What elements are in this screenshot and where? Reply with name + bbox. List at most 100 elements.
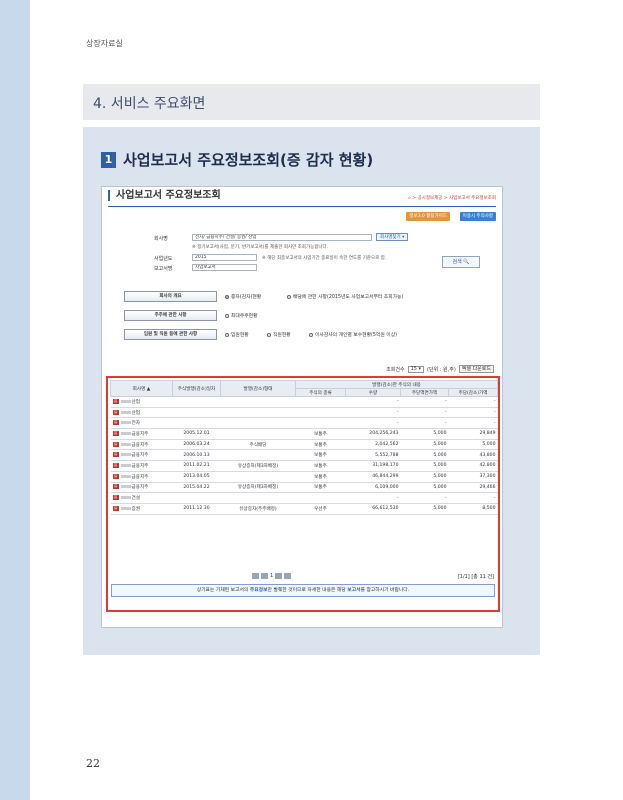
report-select[interactable]: 사업보고서 xyxy=(192,264,257,271)
market-tag: 유 xyxy=(112,462,119,468)
column-header: 발행(감소)형태 xyxy=(220,380,296,397)
table-row[interactable]: 유 금융지주 2011.02.21 유상증자(제3자배정) 보통주 31,198,170 5… xyxy=(110,460,498,472)
price-cell: 43,800 xyxy=(448,449,498,462)
date-cell xyxy=(172,407,221,419)
qty-cell: 46,844,299 xyxy=(345,471,401,483)
radio-officers[interactable]: 임원현황 xyxy=(225,331,249,338)
result-controls: 조회건수 15 ▾ (단위 : 원,주) 엑셀 다운로드 xyxy=(386,365,494,373)
date-cell: 2011.12.30 xyxy=(172,503,221,515)
capital-change-table: 회사명 ▲ 주식발행(감소)일자 발행(감소)형태 발행(감소)한 주식의 내용… xyxy=(110,380,499,515)
date-cell xyxy=(172,417,221,430)
table-row[interactable]: 유 건설 - - - xyxy=(110,492,498,504)
company-cell[interactable]: 유 전자 xyxy=(110,417,173,430)
price-cell: 8,500 xyxy=(448,503,498,515)
par-cell: 5,000 xyxy=(400,428,449,440)
redacted-name xyxy=(120,485,131,489)
count-label: 조회건수 xyxy=(386,366,405,373)
kind-cell: 우선주 xyxy=(295,503,346,515)
type-cell xyxy=(220,417,296,430)
kind-cell xyxy=(295,407,346,419)
company-cell[interactable]: 유 금융지주 xyxy=(110,482,173,494)
date-cell: 2006.03.24 xyxy=(172,439,221,451)
last-page-button[interactable] xyxy=(284,573,292,579)
kind-cell: 보통주 xyxy=(295,439,346,451)
par-cell: - xyxy=(400,396,449,408)
company-cell[interactable]: 유 증권 xyxy=(110,503,173,515)
guide-button[interactable]: 정보3.0 활용가이드 xyxy=(406,212,450,221)
radio-employees[interactable]: 직원현황 xyxy=(267,331,291,338)
search-button[interactable]: 검색 🔍 xyxy=(442,256,480,268)
redacted-name xyxy=(120,421,131,425)
company-input[interactable]: 전자/ 금융지주/ 건설/ 증권/ 산업 xyxy=(192,234,372,241)
screenshot-frame: 사업보고서 주요정보조회 ⌂ > 공시정보제공 > 사업보고서 주요정보조회 정… xyxy=(101,186,503,628)
date-cell: 2005.12.01 xyxy=(172,428,221,440)
qty-cell: - xyxy=(345,492,401,504)
first-page-button[interactable] xyxy=(252,573,259,579)
radio-dividend[interactable]: 배당에 관한 사항(2015년도 사업보고서부터 조회가능) xyxy=(287,293,403,300)
home-icon[interactable]: ⌂ xyxy=(408,196,411,201)
type-cell xyxy=(220,471,296,483)
par-cell: 5,000 xyxy=(400,482,449,494)
category-button-overview[interactable]: 회사의 개요 xyxy=(124,291,217,302)
redacted-name xyxy=(120,463,131,467)
year-select[interactable]: 2015 xyxy=(192,254,257,261)
table-row[interactable]: 유 금융지주 2006.03.24 주식배당 보통주 2,042,562 5,000 5,00… xyxy=(110,439,498,451)
table-row[interactable]: 유 금융지주 2015.04.22 유상증자(제3자배정) 보통주 6,109,000 5,… xyxy=(110,482,498,494)
redacted-name xyxy=(120,506,131,510)
table-row[interactable]: 유 산업 - - - xyxy=(110,396,498,408)
company-cell[interactable]: 유 금융지주 xyxy=(110,460,173,472)
page-number: 22 xyxy=(86,757,100,770)
company-label: 회사명 xyxy=(154,236,168,242)
running-head: 상장자료실 xyxy=(86,39,123,48)
company-cell[interactable]: 유 금융지주 xyxy=(110,439,173,451)
date-cell xyxy=(172,396,221,408)
radio-executive-pay[interactable]: 이사감사의 개인별 보수현황(5억원 이상) xyxy=(309,331,397,338)
company-note: ※ 정기보고서(사업, 분기, 반기보고서)를 제출한 회사만 조회가능합니다. xyxy=(192,245,329,250)
par-cell: 5,000 xyxy=(400,503,449,515)
table-row[interactable]: 유 금융지주 2005.12.01 보통주 204,256,243 5,000 29,849 xyxy=(110,428,498,440)
company-cell[interactable]: 유 금융지주 xyxy=(110,428,173,440)
radio-dot xyxy=(267,332,271,337)
table-row[interactable]: 유 금융지주 2006.10.13 보통주 5,552,788 5,000 43,800 xyxy=(110,449,498,462)
company-cell[interactable]: 유 금융지주 xyxy=(110,471,173,483)
category-button-officers[interactable]: 임원 및 직원 등에 관한 사항 xyxy=(124,329,217,340)
breadcrumb: ⌂ > 공시정보제공 > 사업보고서 주요정보조회 xyxy=(408,195,496,201)
price-cell: - xyxy=(448,492,498,504)
prev-page-button[interactable] xyxy=(261,573,268,579)
help-button[interactable]: 이용시 주의사항 xyxy=(459,212,496,221)
next-page-button[interactable] xyxy=(275,573,283,579)
table-row[interactable]: 유 산업 - - - xyxy=(110,407,498,419)
category-button-shareholders[interactable]: 주주에 관한 사항 xyxy=(124,310,217,321)
type-cell: 유상증자(제3자배정) xyxy=(220,460,296,472)
table-row[interactable]: 유 금융지주 2013.04.05 보통주 46,844,299 5,000 37,300 xyxy=(110,471,498,483)
company-search-button[interactable]: 회사명찾기 ▾ xyxy=(376,233,409,241)
qty-cell: - xyxy=(345,396,401,408)
count-select[interactable]: 15 ▾ xyxy=(407,365,425,373)
type-cell: 유상증자(주주배정) xyxy=(220,503,296,515)
radio-capital-change[interactable]: 증자(감자)현황 xyxy=(225,293,261,300)
type-cell xyxy=(220,492,296,504)
group-header: 발행(감소)한 주식의 내용 xyxy=(294,380,499,389)
price-cell: 42,800 xyxy=(448,460,498,472)
section-header: 4. 서비스 주요화면 xyxy=(83,84,540,120)
column-header: 수량 xyxy=(345,388,401,397)
market-tag: 유 xyxy=(112,430,119,436)
qty-cell: 6,109,000 xyxy=(345,482,401,494)
date-cell: 2013.04.05 xyxy=(172,471,221,483)
company-cell[interactable]: 유 건설 xyxy=(110,492,173,504)
table-row[interactable]: 유 전자 - - - xyxy=(110,417,498,430)
company-cell[interactable]: 유 산업 xyxy=(110,396,173,408)
column-header[interactable]: 회사명 ▲ xyxy=(110,380,173,397)
section-title: 4. 서비스 주요화면 xyxy=(93,96,206,112)
current-page[interactable]: 1 xyxy=(270,573,273,579)
radio-major-shareholder[interactable]: 최대주주현황 xyxy=(225,312,257,319)
company-cell[interactable]: 유 금융지주 xyxy=(110,449,173,462)
qty-cell: 204,256,243 xyxy=(345,428,401,440)
excel-download-button[interactable]: 엑셀 다운로드 xyxy=(458,365,494,373)
date-cell: 2006.10.13 xyxy=(172,449,221,462)
company-cell[interactable]: 유 산업 xyxy=(110,407,173,419)
column-header: 주당(감소)가액 xyxy=(447,388,499,397)
table-row[interactable]: 유 증권 2011.12.30 유상증자(주주배정) 우선주 66,612,530 5,00… xyxy=(110,503,498,515)
notice-box: 상기표는 기재된 보고서의 주요정보만 발췌한 것이므로 자세한 내용은 해당 … xyxy=(111,584,495,597)
date-cell: 2011.02.21 xyxy=(172,460,221,472)
